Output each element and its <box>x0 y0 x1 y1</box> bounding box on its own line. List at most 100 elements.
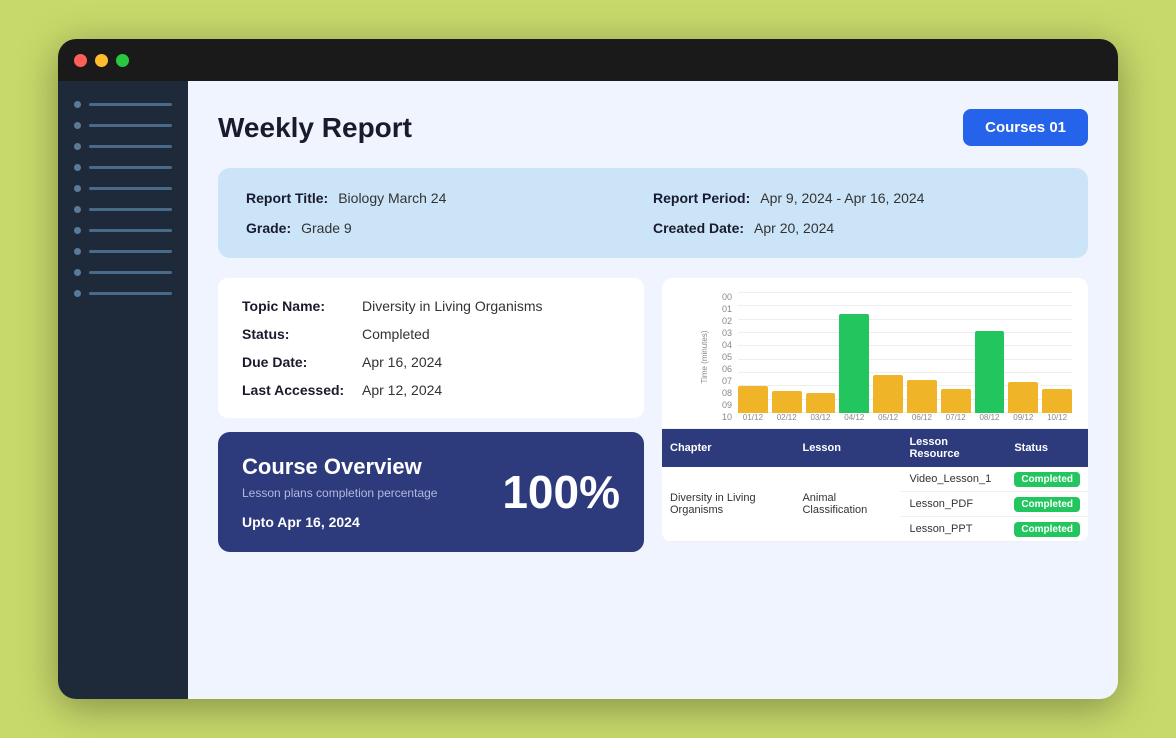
sidebar-item[interactable] <box>74 290 172 297</box>
y-axis-label: 06 <box>722 364 732 374</box>
maximize-button[interactable] <box>116 54 129 67</box>
titlebar <box>58 39 1118 81</box>
sidebar-item[interactable] <box>74 206 172 213</box>
bar-yellow <box>806 393 836 413</box>
sidebar-item[interactable] <box>74 101 172 108</box>
bar-group <box>907 292 937 413</box>
overview-card: Course Overview Lesson plans completion … <box>218 432 644 552</box>
bar-group <box>1042 292 1072 413</box>
sidebar-item[interactable] <box>74 185 172 192</box>
bar-group <box>806 292 836 413</box>
chart-y-axis-label: Time (minutes) <box>700 330 709 383</box>
bar-group <box>738 292 768 413</box>
table-column-header: Status <box>1006 429 1088 467</box>
bar-yellow <box>1042 389 1072 413</box>
sidebar-item[interactable] <box>74 269 172 276</box>
bar-yellow <box>941 389 971 413</box>
sidebar-dot <box>74 164 81 171</box>
lesson-cell: Animal Classification <box>794 467 901 542</box>
chart-x-labels: 01/1202/1203/1204/1205/1206/1207/1208/12… <box>738 413 1072 422</box>
sidebar-item[interactable] <box>74 164 172 171</box>
x-axis-label: 09/12 <box>1008 413 1038 422</box>
sidebar-line <box>89 250 172 253</box>
sidebar-dot <box>74 227 81 234</box>
bar-yellow <box>1008 382 1038 413</box>
sidebar-dot <box>74 269 81 276</box>
info-card: Report Title: Biology March 24 Report Pe… <box>218 168 1088 258</box>
sidebar-line <box>89 166 172 169</box>
sidebar-dot <box>74 206 81 213</box>
table-column-header: Lesson <box>794 429 901 467</box>
status-cell: Completed <box>1006 517 1088 542</box>
courses-button[interactable]: Courses 01 <box>963 109 1088 146</box>
details-card: Topic Name: Diversity in Living Organism… <box>218 278 644 418</box>
x-axis-label: 03/12 <box>806 413 836 422</box>
table-column-header: Lesson Resource <box>901 429 1006 467</box>
x-axis-label: 04/12 <box>839 413 869 422</box>
grade-value: Grade 9 <box>301 220 352 236</box>
y-axis-label: 10 <box>722 412 732 422</box>
y-axis-label: 04 <box>722 340 732 350</box>
status-badge: Completed <box>1014 497 1080 512</box>
status-badge: Completed <box>1014 472 1080 487</box>
bar-group <box>1008 292 1038 413</box>
sidebar-line <box>89 292 172 295</box>
bar-group <box>975 292 1005 413</box>
minimize-button[interactable] <box>95 54 108 67</box>
report-period-label: Report Period: <box>653 190 750 206</box>
report-title-row: Report Title: Biology March 24 <box>246 190 653 206</box>
sidebar <box>58 81 188 699</box>
topic-name-value: Diversity in Living Organisms <box>362 298 543 314</box>
created-date-value: Apr 20, 2024 <box>754 220 834 236</box>
x-axis-label: 06/12 <box>907 413 937 422</box>
chart-grid <box>738 292 1072 413</box>
last-accessed-label: Last Accessed: <box>242 382 352 398</box>
sidebar-item[interactable] <box>74 227 172 234</box>
y-axis-label: 07 <box>722 376 732 386</box>
last-accessed-row: Last Accessed: Apr 12, 2024 <box>242 382 620 398</box>
last-accessed-value: Apr 12, 2024 <box>362 382 442 398</box>
chart-container: Time (minutes) 1009080706050403020100 01… <box>662 278 1088 428</box>
table-column-header: Chapter <box>662 429 794 467</box>
y-axis-label: 00 <box>722 292 732 302</box>
due-date-row: Due Date: Apr 16, 2024 <box>242 354 620 370</box>
page-title: Weekly Report <box>218 112 412 144</box>
app-window: Weekly Report Courses 01 Report Title: B… <box>58 39 1118 699</box>
sidebar-item[interactable] <box>74 122 172 129</box>
bar-yellow <box>738 386 768 414</box>
y-axis-label: 03 <box>722 328 732 338</box>
report-period-row: Report Period: Apr 9, 2024 - Apr 16, 202… <box>653 190 1060 206</box>
y-axis-label: 02 <box>722 316 732 326</box>
sidebar-dot <box>74 122 81 129</box>
left-panel: Topic Name: Diversity in Living Organism… <box>218 278 644 552</box>
bar-group <box>941 292 971 413</box>
chart-bars-area: 01/1202/1203/1204/1205/1206/1207/1208/12… <box>738 292 1072 422</box>
sidebar-dot <box>74 101 81 108</box>
status-label: Status: <box>242 326 352 342</box>
sidebar-dot <box>74 290 81 297</box>
resource-cell: Lesson_PPT <box>901 517 1006 542</box>
sidebar-line <box>89 145 172 148</box>
y-axis-label: 08 <box>722 388 732 398</box>
table-header: ChapterLessonLesson ResourceStatus <box>662 429 1088 467</box>
table-body: Diversity in Living OrganismsAnimal Clas… <box>662 467 1088 542</box>
x-axis-label: 01/12 <box>738 413 768 422</box>
sidebar-item[interactable] <box>74 143 172 150</box>
chart-area: 1009080706050403020100 01/1202/1203/1204… <box>722 292 1072 422</box>
right-panel: Time (minutes) 1009080706050403020100 01… <box>662 278 1088 552</box>
due-date-label: Due Date: <box>242 354 352 370</box>
y-axis-label: 09 <box>722 400 732 410</box>
status-badge: Completed <box>1014 522 1080 537</box>
grade-row: Grade: Grade 9 <box>246 220 653 236</box>
status-value: Completed <box>362 326 430 342</box>
created-date-label: Created Date: <box>653 220 744 236</box>
topic-name-label: Topic Name: <box>242 298 352 314</box>
close-button[interactable] <box>74 54 87 67</box>
bar-yellow <box>873 375 903 414</box>
sidebar-dot <box>74 185 81 192</box>
sidebar-item[interactable] <box>74 248 172 255</box>
table-container: ChapterLessonLesson ResourceStatus Diver… <box>662 428 1088 542</box>
header-row: Weekly Report Courses 01 <box>218 109 1088 146</box>
x-axis-label: 08/12 <box>975 413 1005 422</box>
x-axis-label: 05/12 <box>873 413 903 422</box>
